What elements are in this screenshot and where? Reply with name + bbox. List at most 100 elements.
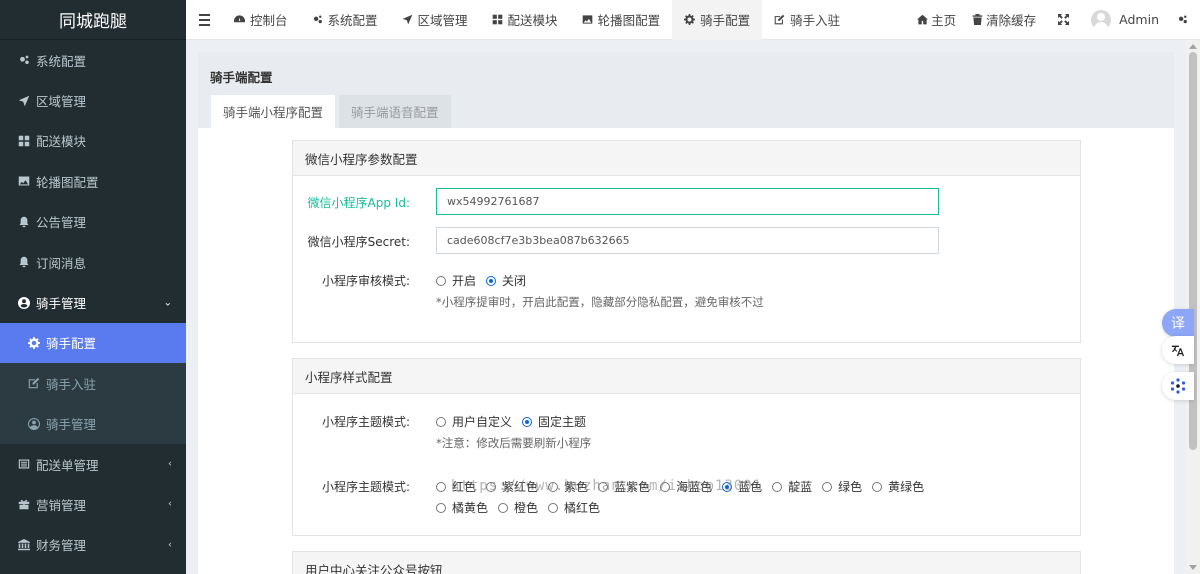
sidebar-item-finance[interactable]: 财务管理 ‹ <box>0 525 186 565</box>
sidebar-subitem-rider-join[interactable]: 骑手入驻 <box>0 363 186 403</box>
radio-label: 紫色 <box>564 480 589 494</box>
theme-mode-hint: *注意：修改后需要刷新小程序 <box>436 436 592 450</box>
sidebar-item-area[interactable]: 区域管理 <box>0 80 186 120</box>
theme-mode-label: 小程序主题模式: <box>321 415 410 429</box>
tab-carousel[interactable]: 轮播图配置 <box>570 0 673 40</box>
color-orange-radio[interactable]: 橙色 <box>498 499 538 516</box>
theme-color-label: 小程序主题模式: <box>321 480 410 494</box>
tab-dashboard[interactable]: 控制台 <box>222 0 300 40</box>
theme-fixed-radio[interactable]: 固定主题 <box>522 413 586 430</box>
wechat-config-panel: 微信小程序参数配置 微信小程序App Id: wx54992761687 微信小… <box>292 140 1081 343</box>
radio-label: 固定主题 <box>538 415 587 429</box>
sidebar-item-marketing[interactable]: 营销管理 ‹ <box>0 484 186 524</box>
sidebar-subitem-label: 骑手配置 <box>46 336 97 352</box>
tab-label: 区域管理 <box>417 13 468 28</box>
theme-color-radios: 红色 紫红色 紫色 蓝紫色 海蓝色 蓝色 靛蓝 绿色 黄绿色 橘黄色 橙色 橘红… <box>436 478 956 516</box>
sidebar-item-label: 公告管理 <box>36 215 87 231</box>
sidebar-item-system-config[interactable]: 系统配置 <box>0 40 186 80</box>
home-link[interactable]: 主页 <box>909 0 964 40</box>
review-on-radio[interactable]: 开启 <box>436 272 476 289</box>
color-sea-blue-radio[interactable]: 海蓝色 <box>660 478 712 495</box>
radio-dot <box>486 481 497 492</box>
secret-input[interactable]: cade608cf7e3b3bea087b632665 <box>436 227 939 254</box>
radio-label: 蓝紫色 <box>614 480 651 494</box>
sidebar-item-delivery-order[interactable]: 配送单管理 ‹ <box>0 444 186 484</box>
color-yellow-green-radio[interactable]: 黄绿色 <box>872 478 924 495</box>
color-indigo-radio[interactable]: 靛蓝 <box>772 478 812 495</box>
translate-button[interactable]: 译 <box>1162 309 1194 337</box>
radio-label: 黄绿色 <box>888 480 925 494</box>
sidebar-item-rider-management[interactable]: 骑手管理 ⌄ <box>0 282 186 322</box>
radio-label: 用户自定义 <box>452 415 513 429</box>
radio-dot <box>872 481 883 492</box>
tab-system-config[interactable]: 系统配置 <box>300 0 390 40</box>
radio-dot <box>598 481 609 492</box>
tab-label: 骑手配置 <box>700 13 751 28</box>
color-red-radio[interactable]: 红色 <box>436 478 476 495</box>
sidebar-item-announcement[interactable]: 公告管理 <box>0 202 186 242</box>
color-green-radio[interactable]: 绿色 <box>822 478 862 495</box>
bell-icon <box>18 216 30 228</box>
review-hint: *小程序提审时，开启此配置，隐藏部分隐私配置，避免审核不过 <box>436 295 764 309</box>
radio-label: 靛蓝 <box>788 480 813 494</box>
translate-lang-button[interactable] <box>1162 336 1194 364</box>
review-mode-radios: 开启 关闭 <box>436 272 956 289</box>
topbar-right: 主页 清除缓存 Admin <box>909 0 1200 40</box>
translate-label: 译 <box>1171 316 1185 332</box>
sidebar-subitem-rider-config[interactable]: 骑手配置 <box>0 322 186 364</box>
sidebar-item-delivery-module[interactable]: 配送模块 <box>0 121 186 161</box>
location-arrow-icon <box>402 14 412 25</box>
color-purple-red-radio[interactable]: 紫红色 <box>486 478 538 495</box>
chevron-left-icon: ‹ <box>168 458 172 470</box>
color-blue-radio[interactable]: 蓝色 <box>722 478 762 495</box>
sidebar-subitem-rider-manage[interactable]: 骑手管理 <box>0 404 186 444</box>
user-circle-icon <box>28 417 40 430</box>
page-scrollbar[interactable] <box>1186 40 1200 574</box>
gear-icon <box>684 14 696 25</box>
tab-label: 配送模块 <box>507 13 558 28</box>
review-off-radio[interactable]: 关闭 <box>486 272 526 289</box>
chevron-left-icon: ‹ <box>168 498 172 510</box>
sidebar-item-label: 配送模块 <box>36 134 87 150</box>
tab-rider-miniprogram[interactable]: 骑手端小程序配置 <box>211 95 336 128</box>
tab-rider-config[interactable]: 骑手配置 <box>672 0 763 40</box>
gears-icon <box>1178 15 1187 24</box>
menu-toggle-button[interactable] <box>186 0 222 40</box>
radio-label: 海蓝色 <box>676 480 713 494</box>
image-icon <box>18 175 30 187</box>
scroll-down-arrow-icon[interactable] <box>1189 565 1197 570</box>
app-id-label: 微信小程序App Id: <box>307 196 410 210</box>
color-orange-red-radio[interactable]: 橘红色 <box>548 499 600 516</box>
assistant-button[interactable] <box>1162 372 1194 400</box>
tab-label: 骑手入驻 <box>790 13 841 28</box>
tab-rider-join[interactable]: 骑手入驻 <box>762 0 852 40</box>
tab-area[interactable]: 区域管理 <box>390 0 480 40</box>
color-orange-yellow-radio[interactable]: 橘黄色 <box>436 499 488 516</box>
tab-rider-voice[interactable]: 骑手端语音配置 <box>339 95 451 128</box>
color-purple-radio[interactable]: 紫色 <box>548 478 588 495</box>
radio-dot <box>722 481 733 492</box>
scroll-up-arrow-icon[interactable] <box>1189 44 1197 49</box>
sidebar-item-carousel[interactable]: 轮播图配置 <box>0 161 186 201</box>
gear-icon <box>28 336 40 349</box>
color-blue-purple-radio[interactable]: 蓝紫色 <box>598 478 650 495</box>
dashboard-icon <box>234 15 245 23</box>
radio-dot <box>498 502 509 513</box>
tab-label: 系统配置 <box>327 13 378 28</box>
radio-dot <box>822 481 833 492</box>
tab-delivery-module[interactable]: 配送模块 <box>480 0 570 40</box>
expand-icon <box>1058 14 1070 25</box>
app-id-input[interactable]: wx54992761687 <box>436 188 939 215</box>
sidebar-item-subscribe-message[interactable]: 订阅消息 <box>0 242 186 282</box>
radio-label: 绿色 <box>838 480 863 494</box>
settings-button[interactable] <box>1167 0 1200 40</box>
sidebar-menu: 系统配置 区域管理 配送模块 轮播图配置 公告管理 订阅消息 骑手管理 ⌄ 骑手… <box>0 40 186 565</box>
sidebar-item-label: 配送单管理 <box>36 457 99 473</box>
radio-label: 蓝色 <box>738 480 763 494</box>
theme-custom-radio[interactable]: 用户自定义 <box>436 413 512 430</box>
clear-cache-button[interactable]: 清除缓存 <box>964 0 1044 40</box>
fullscreen-button[interactable] <box>1044 0 1083 40</box>
brand-logo[interactable]: 同城跑腿 <box>0 0 186 40</box>
user-menu[interactable]: Admin <box>1083 0 1167 40</box>
radio-dot <box>436 416 446 427</box>
